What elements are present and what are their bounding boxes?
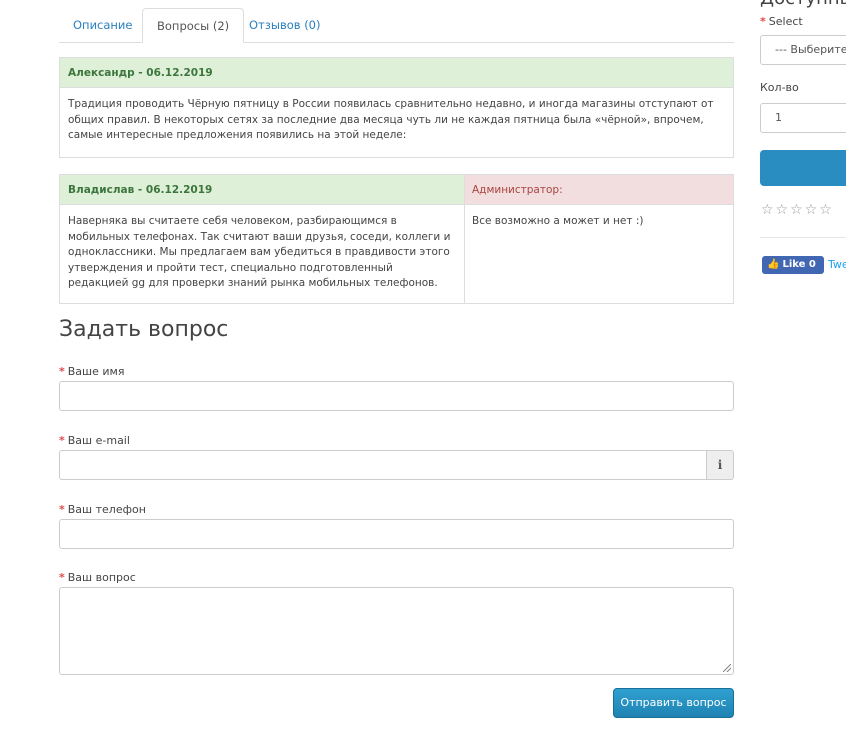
option-select[interactable]: --- Выберите --- (760, 35, 846, 65)
info-icon[interactable]: i (706, 450, 734, 480)
required-mark: * (59, 365, 65, 378)
email-label-text: Ваш e-mail (67, 434, 130, 447)
thumbs-up-icon: 👍 (767, 259, 780, 270)
resize-handle-icon[interactable] (723, 664, 731, 672)
phone-label-text: Ваш телефон (67, 503, 146, 516)
tab-reviews[interactable]: Отзывов (0) (235, 8, 334, 42)
tab-questions[interactable]: Вопросы (2) (142, 8, 245, 43)
admin-label: Администратор: (464, 174, 734, 205)
select-label-text: Select (768, 15, 803, 28)
email-label: * Ваш e-mail (59, 434, 130, 447)
qty-label: Кол-во (760, 81, 799, 94)
fb-like-count: 0 (808, 259, 816, 270)
name-input[interactable] (59, 381, 734, 411)
required-mark: * (59, 571, 65, 584)
divider (760, 237, 846, 238)
question-table-2: Владислав - 06.12.2019 Администратор: На… (59, 174, 734, 304)
question-author-date: Александр - 06.12.2019 (59, 57, 734, 88)
required-mark: * (59, 434, 65, 447)
phone-input[interactable] (59, 519, 734, 549)
qty-input[interactable]: 1 (760, 103, 846, 133)
add-to-cart-button[interactable] (760, 150, 846, 186)
tab-description[interactable]: Описание (59, 8, 146, 42)
name-label-text: Ваше имя (67, 365, 125, 378)
phone-label: * Ваш телефон (59, 503, 146, 516)
fb-like-label: Like (782, 259, 806, 270)
name-label: * Ваше имя (59, 365, 124, 378)
facebook-like-button[interactable]: 👍 Like 0 (762, 256, 824, 274)
question-table-1: Александр - 06.12.2019 Традиция проводит… (59, 57, 734, 158)
submit-question-button[interactable]: Отправить вопрос (613, 688, 734, 718)
select-label: * Select (760, 15, 803, 28)
email-input[interactable] (59, 450, 707, 480)
availability-heading: Доступны (760, 0, 846, 9)
question-label: * Ваш вопрос (59, 571, 136, 584)
tweet-button[interactable]: Tweet (828, 258, 846, 271)
question-text: Наверняка вы считаете себя человеком, ра… (59, 204, 465, 304)
ask-question-title: Задать вопрос (59, 317, 229, 342)
question-text: Традиция проводить Чёрную пятницу в Росс… (59, 87, 734, 158)
admin-answer: Все возможно а может и нет :) (464, 204, 734, 304)
question-label-text: Ваш вопрос (67, 571, 136, 584)
required-mark: * (760, 15, 766, 28)
product-tabs: Описание Вопросы (2) Отзывов (0) (59, 8, 734, 43)
question-author-date: Владислав - 06.12.2019 (59, 174, 465, 205)
required-mark: * (59, 503, 65, 516)
rating-stars-icon: ☆☆☆☆☆ (761, 202, 834, 218)
question-textarea[interactable] (59, 587, 734, 675)
